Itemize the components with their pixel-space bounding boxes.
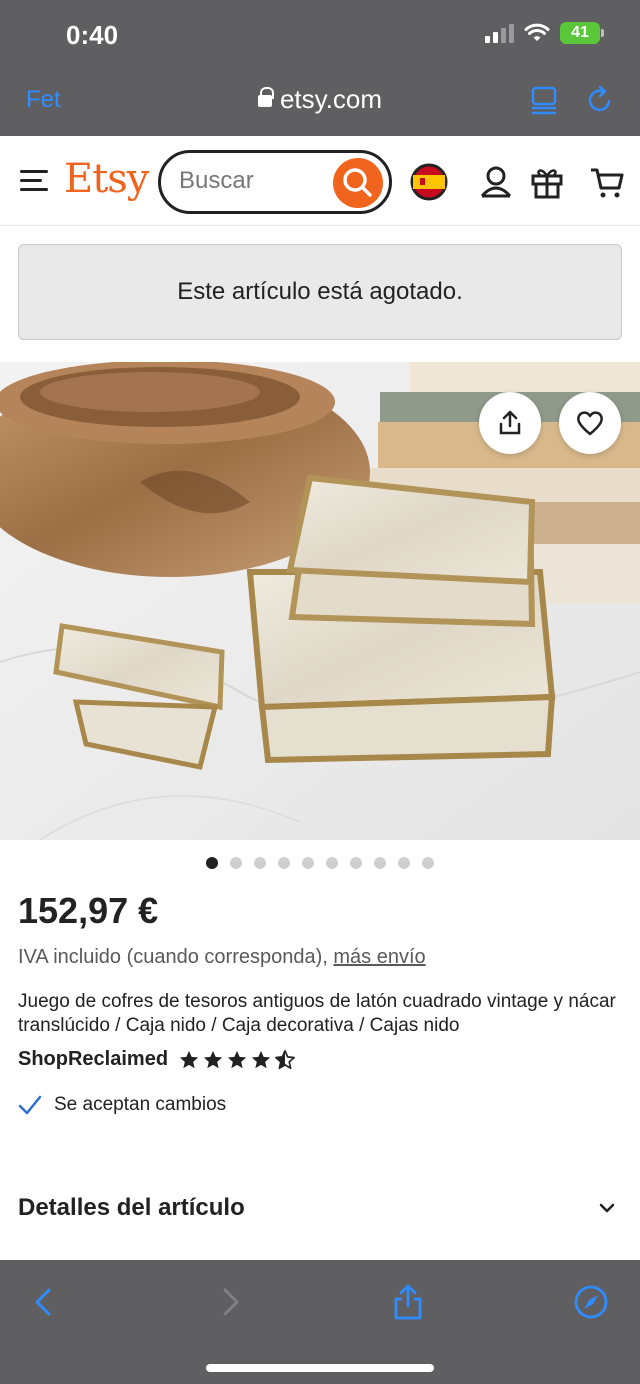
chevron-down-icon bbox=[599, 1203, 615, 1213]
share-icon bbox=[499, 410, 521, 435]
reload-icon[interactable] bbox=[584, 84, 616, 116]
carousel-dot[interactable] bbox=[398, 857, 410, 869]
shop-info: ShopReclaimed bbox=[18, 1048, 296, 1071]
etsy-logo[interactable]: Etsy bbox=[64, 156, 149, 202]
star-icon bbox=[227, 1050, 247, 1068]
heart-icon bbox=[577, 411, 603, 436]
carousel-dots[interactable] bbox=[0, 857, 640, 869]
spain-flag-icon[interactable] bbox=[409, 162, 449, 202]
half-star-icon bbox=[275, 1049, 296, 1069]
menu-icon[interactable] bbox=[20, 170, 48, 192]
exchange-policy: Se aceptan cambios bbox=[18, 1094, 226, 1116]
star-icon bbox=[179, 1050, 199, 1068]
carousel-dot[interactable] bbox=[350, 857, 362, 869]
battery-level: 41 bbox=[571, 24, 589, 41]
carousel-dot[interactable] bbox=[230, 857, 242, 869]
star-icon bbox=[251, 1050, 271, 1068]
compass-icon[interactable] bbox=[571, 1282, 611, 1322]
product-image[interactable] bbox=[0, 362, 640, 840]
carousel-dot[interactable] bbox=[422, 857, 434, 869]
share-sheet-icon[interactable] bbox=[388, 1282, 428, 1322]
vat-text: IVA incluido (cuando corresponda), bbox=[18, 946, 328, 968]
carousel-dot[interactable] bbox=[278, 857, 290, 869]
rating-stars[interactable] bbox=[178, 1049, 296, 1071]
carousel-dot[interactable] bbox=[254, 857, 266, 869]
product-photo bbox=[0, 362, 640, 840]
lock-icon bbox=[257, 87, 274, 108]
account-icon[interactable] bbox=[476, 162, 516, 202]
checkmark-icon bbox=[18, 1095, 42, 1115]
carousel-dot[interactable] bbox=[374, 857, 386, 869]
carousel-dot[interactable] bbox=[326, 857, 338, 869]
browser-top-bar: 0:40 41 Fet etsy.com bbox=[0, 0, 640, 136]
back-icon[interactable] bbox=[24, 1282, 64, 1322]
cellular-signal-icon bbox=[485, 23, 514, 43]
shop-name-link[interactable]: ShopReclaimed bbox=[18, 1048, 168, 1071]
battery-icon: 41 bbox=[560, 22, 604, 44]
search-input[interactable] bbox=[179, 167, 329, 195]
product-title: Juego de cofres de tesoros antiguos de l… bbox=[18, 991, 616, 1036]
star-icon bbox=[203, 1050, 223, 1068]
shipping-link[interactable]: más envío bbox=[333, 946, 425, 968]
exchange-text: Se aceptan cambios bbox=[54, 1094, 227, 1115]
carousel-dot[interactable] bbox=[206, 857, 218, 869]
home-indicator[interactable] bbox=[206, 1364, 434, 1372]
safari-address-bar: Fet etsy.com bbox=[0, 70, 640, 130]
gift-icon[interactable] bbox=[527, 162, 567, 202]
cart-icon[interactable] bbox=[587, 162, 627, 202]
item-details-accordion[interactable]: Detalles del artículo bbox=[0, 1170, 640, 1246]
sold-out-notice: Este artículo está agotado. bbox=[18, 244, 622, 340]
search-button[interactable] bbox=[333, 158, 383, 208]
status-indicators: 41 bbox=[485, 22, 604, 44]
share-button[interactable] bbox=[479, 392, 541, 454]
item-details-title: Detalles del artículo bbox=[18, 1194, 245, 1221]
status-time: 0:40 bbox=[66, 20, 119, 50]
forward-icon[interactable] bbox=[210, 1282, 250, 1322]
product-price: 152,97 € bbox=[18, 890, 159, 931]
vat-notice: IVA incluido (cuando corresponda), más e… bbox=[18, 946, 426, 969]
site-header: Etsy bbox=[0, 136, 640, 226]
favorite-button[interactable] bbox=[559, 392, 621, 454]
wifi-icon bbox=[524, 23, 550, 41]
carousel-dot[interactable] bbox=[302, 857, 314, 869]
search-icon bbox=[343, 168, 372, 197]
reader-view-icon[interactable] bbox=[528, 84, 560, 116]
url-text: etsy.com bbox=[279, 84, 383, 114]
search-bar[interactable] bbox=[158, 150, 392, 214]
